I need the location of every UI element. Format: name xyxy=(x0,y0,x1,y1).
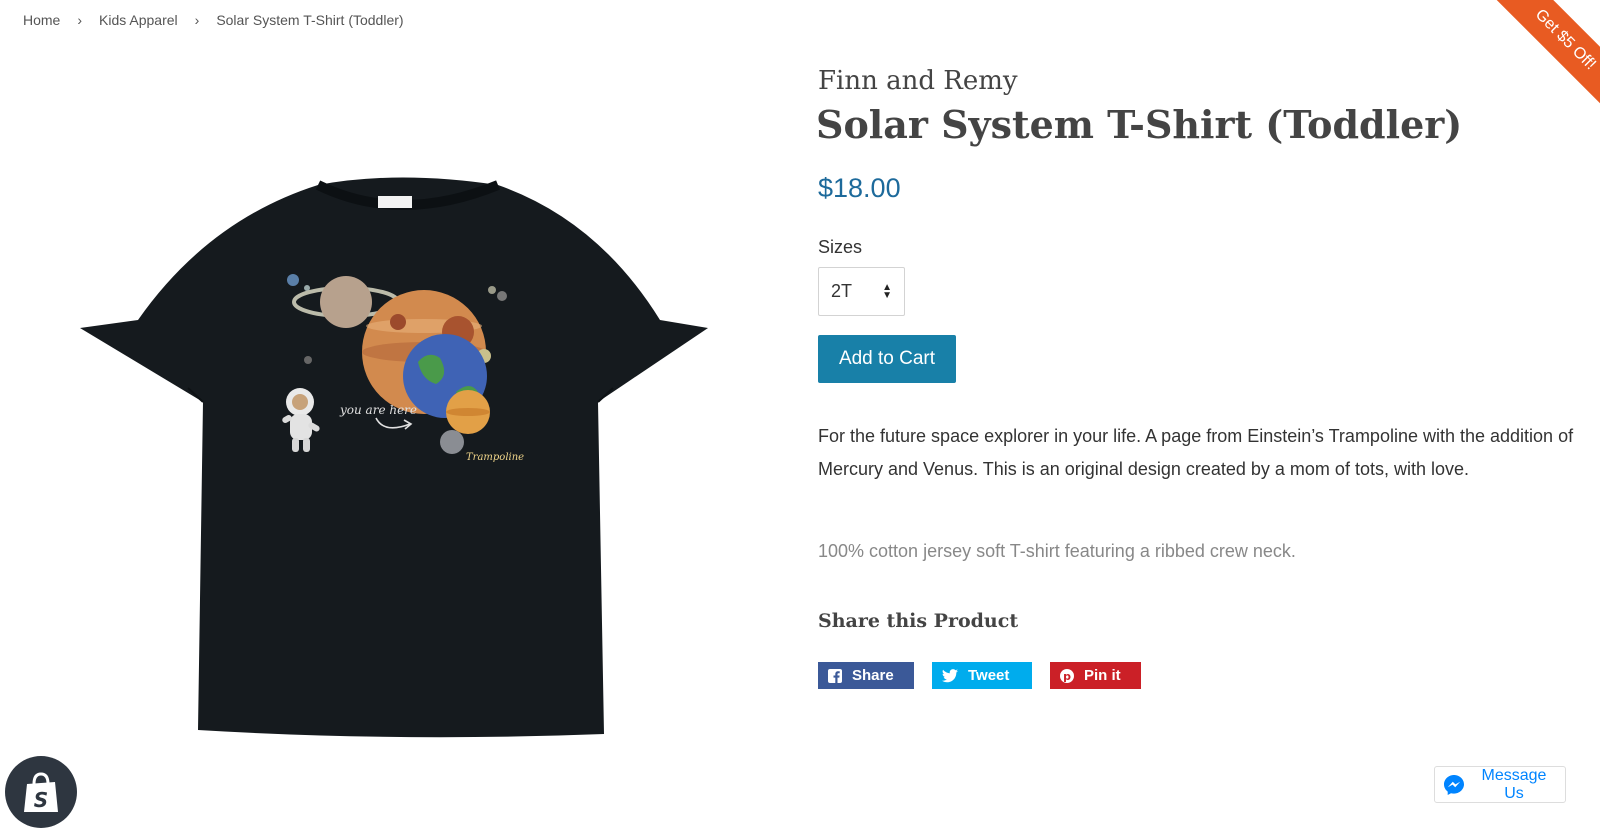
breadcrumb-separator: › xyxy=(77,12,83,28)
share-buttons: Share Tweet p Pin it xyxy=(818,662,1141,689)
breadcrumb-current: Solar System T-Shirt (Toddler) xyxy=(216,12,404,28)
size-select[interactable]: 2T ▲ ▼ xyxy=(818,267,905,316)
discount-promo-ribbon[interactable]: Get $5 Off! xyxy=(1490,0,1600,110)
twitter-icon xyxy=(942,668,958,683)
add-to-cart-button[interactable]: Add to Cart xyxy=(818,335,956,383)
product-material: 100% cotton jersey soft T-shirt featurin… xyxy=(818,541,1296,561)
pinterest-icon: p xyxy=(1060,668,1074,683)
size-select-value: 2T xyxy=(831,281,853,301)
facebook-share-label: Share xyxy=(852,667,894,684)
messenger-icon xyxy=(1443,774,1465,796)
messenger-label: Message Us xyxy=(1481,766,1547,802)
twitter-tweet-label: Tweet xyxy=(968,667,1010,684)
product-price: $18.00 xyxy=(818,173,901,203)
twitter-tweet-button[interactable]: Tweet xyxy=(932,662,1032,689)
messenger-message-us-button[interactable]: Message Us xyxy=(1434,766,1566,803)
select-arrows-icon: ▲ ▼ xyxy=(882,281,892,301)
breadcrumb: Home › Kids Apparel › Solar System T-Shi… xyxy=(23,12,404,28)
product-vendor[interactable]: Finn and Remy xyxy=(818,66,1018,96)
breadcrumb-category-link[interactable]: Kids Apparel xyxy=(99,12,178,28)
product-title: Solar System T-Shirt (Toddler) xyxy=(816,102,1463,147)
promo-label: Get $5 Off! xyxy=(1490,0,1600,110)
facebook-icon xyxy=(828,668,842,683)
breadcrumb-home-link[interactable]: Home xyxy=(23,12,60,28)
product-description: For the future space explorer in your li… xyxy=(818,426,1574,479)
breadcrumb-separator: › xyxy=(194,12,200,28)
share-heading: Share this Product xyxy=(818,610,1019,632)
small-planet xyxy=(287,274,299,286)
shirt-tag xyxy=(378,196,412,208)
pinterest-pin-label: Pin it xyxy=(1084,667,1121,684)
shopify-bag-icon: S xyxy=(24,772,58,812)
saturn xyxy=(320,276,372,328)
mercury xyxy=(440,430,464,454)
size-label: Sizes xyxy=(818,237,863,257)
tshirt-illustration: you are here Trampoline xyxy=(80,177,708,738)
facebook-share-button[interactable]: Share xyxy=(818,662,914,689)
shopify-badge[interactable]: S xyxy=(5,756,77,828)
pinterest-pin-button[interactable]: p Pin it xyxy=(1050,662,1141,689)
svg-text:S: S xyxy=(34,788,48,812)
brand-mark-text: Trampoline xyxy=(466,452,524,463)
svg-text:p: p xyxy=(1063,670,1071,683)
you-are-here-text: you are here xyxy=(339,403,417,417)
product-image[interactable]: you are here Trampoline xyxy=(78,130,722,740)
